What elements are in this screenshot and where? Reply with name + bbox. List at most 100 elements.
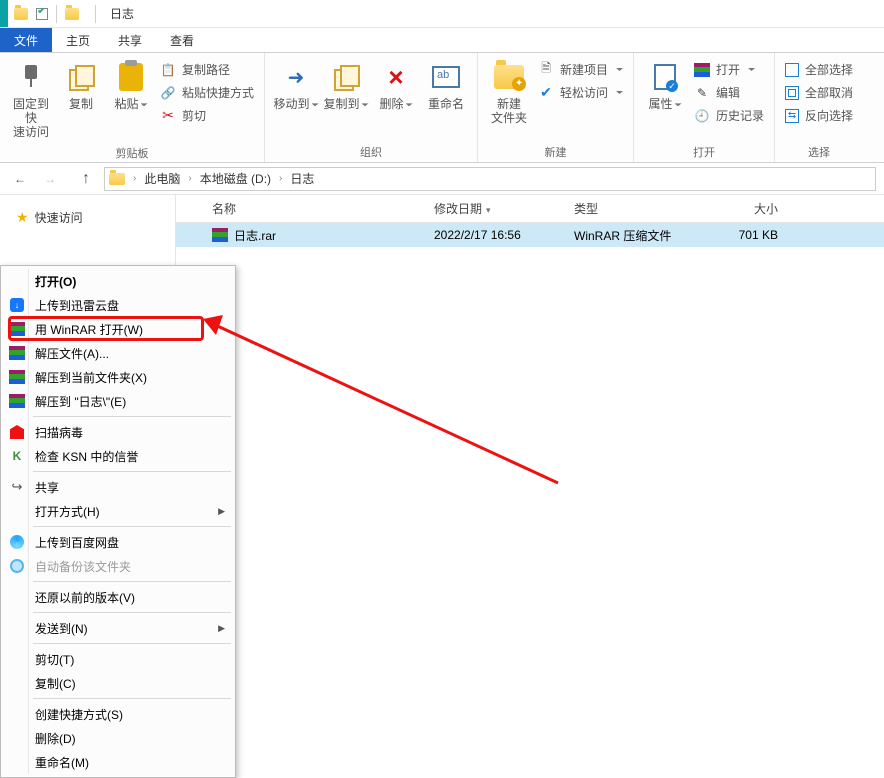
new-folder-button[interactable]: 新建文件夹	[484, 57, 534, 129]
ctx-winrar-open[interactable]: 用 WinRAR 打开(W)	[3, 317, 233, 341]
tab-share[interactable]: 共享	[104, 28, 156, 52]
history-label: 历史记录	[716, 107, 764, 124]
copy-path-button[interactable]: 📋复制路径	[156, 59, 258, 80]
col-name[interactable]: 名称	[176, 200, 426, 217]
delete-button[interactable]: × 删除	[371, 57, 421, 115]
ctx-xunlei-label: 上传到迅雷云盘	[35, 297, 119, 314]
select-all-button[interactable]: 全部选择	[781, 59, 857, 80]
paste-button[interactable]: 粘贴	[106, 57, 156, 115]
ctx-share[interactable]: ↪共享	[3, 475, 233, 499]
new-item-button[interactable]: 🗎新建项目	[534, 59, 627, 80]
paste-shortcut-button[interactable]: 🔗粘贴快捷方式	[156, 82, 258, 103]
ctx-extract-to[interactable]: 解压到 "日志\"(E)	[3, 389, 233, 413]
ribbon-group-organize: ➜ 移动到 复制到 × 删除 重命名 组织	[265, 53, 478, 162]
forward-button[interactable]: →	[38, 167, 62, 191]
ctx-baidu-upload-label: 上传到百度网盘	[35, 534, 119, 551]
copy-to-button[interactable]: 复制到	[321, 57, 371, 115]
new-folder-label-1: 新建	[497, 97, 521, 111]
tab-view[interactable]: 查看	[156, 28, 208, 52]
pin-label-1: 固定到快	[13, 97, 49, 125]
ctx-delete[interactable]: 删除(D)	[3, 726, 233, 750]
edit-button[interactable]: ✎编辑	[690, 82, 768, 103]
window-title: 日志	[110, 5, 134, 22]
tab-home[interactable]: 主页	[52, 28, 104, 52]
ctx-delete-label: 删除(D)	[35, 730, 76, 747]
back-button[interactable]: ←	[8, 167, 32, 191]
select-none-icon	[785, 86, 799, 100]
ctx-rename[interactable]: 重命名(M)	[3, 750, 233, 774]
pin-label-2: 速访问	[13, 125, 49, 139]
invert-selection-button[interactable]: 反向选择	[781, 105, 857, 126]
edit-label: 编辑	[716, 84, 740, 101]
ctx-cut[interactable]: 剪切(T)	[3, 647, 233, 671]
ctx-copy[interactable]: 复制(C)	[3, 671, 233, 695]
rename-button[interactable]: 重命名	[421, 57, 471, 115]
col-size[interactable]: 大小	[698, 200, 798, 217]
group-label-new: 新建	[484, 142, 627, 162]
file-list-pane: 名称 修改日期▾ 类型 大小 日志.rar 2022/2/17 16:56 Wi…	[176, 195, 884, 753]
properties-button[interactable]: 属性	[640, 57, 690, 115]
chevron-right-icon[interactable]: ›	[131, 173, 138, 184]
sidebar-item-quickaccess[interactable]: ★ 快速访问	[8, 205, 167, 230]
ctx-scan-virus[interactable]: 扫描病毒	[3, 420, 233, 444]
ctx-baidu-upload[interactable]: 上传到百度网盘	[3, 530, 233, 554]
rename-icon	[432, 66, 460, 88]
baidu-pan-icon	[7, 532, 27, 552]
select-none-button[interactable]: 全部取消	[781, 82, 857, 103]
easy-access-button[interactable]: ✔轻松访问	[534, 82, 627, 103]
col-date-label: 修改日期	[434, 202, 482, 216]
qat-check-icon[interactable]	[36, 8, 48, 20]
separator	[33, 526, 231, 527]
col-date[interactable]: 修改日期▾	[426, 200, 566, 217]
share-icon: ↪	[7, 477, 27, 497]
ctx-extract-files[interactable]: 解压文件(A)...	[3, 341, 233, 365]
star-icon: ★	[16, 209, 29, 226]
open-label: 打开	[716, 61, 740, 78]
move-to-button[interactable]: ➜ 移动到	[271, 57, 321, 115]
delete-icon: ×	[388, 62, 403, 93]
crumb-drive[interactable]: 本地磁盘 (D:)	[196, 168, 275, 189]
new-folder-label-2: 文件夹	[491, 111, 527, 125]
ctx-restore-previous[interactable]: 还原以前的版本(V)	[3, 585, 233, 609]
ctx-open-with-label: 打开方式(H)	[35, 503, 100, 520]
tab-file[interactable]: 文件	[0, 28, 52, 52]
file-size: 701 KB	[698, 228, 798, 242]
ctx-winrar-open-label: 用 WinRAR 打开(W)	[35, 321, 143, 338]
ctx-xunlei-upload[interactable]: ↓上传到迅雷云盘	[3, 293, 233, 317]
ctx-extract-files-label: 解压文件(A)...	[35, 345, 109, 362]
col-type[interactable]: 类型	[566, 200, 698, 217]
copy-icon	[69, 65, 93, 89]
open-button[interactable]: 打开	[690, 59, 768, 80]
ribbon: 固定到快速访问 复制 粘贴 📋复制路径 🔗粘贴快捷方式 ✂剪切 剪贴板 ➜ 移动…	[0, 53, 884, 163]
separator	[56, 5, 57, 23]
new-folder-icon	[494, 65, 524, 89]
file-row[interactable]: 日志.rar 2022/2/17 16:56 WinRAR 压缩文件 701 K…	[176, 223, 884, 247]
copy-to-label: 复制到	[324, 97, 360, 111]
new-item-icon: 🗎	[538, 62, 554, 78]
ctx-ksn[interactable]: K检查 KSN 中的信誉	[3, 444, 233, 468]
ctx-extract-here[interactable]: 解压到当前文件夹(X)	[3, 365, 233, 389]
winrar-icon	[7, 391, 27, 411]
copy-label: 复制	[69, 97, 93, 111]
ctx-open-with[interactable]: 打开方式(H)	[3, 499, 233, 523]
sidebar-quickaccess-label: 快速访问	[35, 209, 83, 226]
cut-button[interactable]: ✂剪切	[156, 105, 258, 126]
invert-selection-icon	[785, 109, 799, 123]
pin-to-quick-access-button[interactable]: 固定到快速访问	[6, 57, 56, 143]
qat-folder-icon[interactable]	[14, 7, 28, 21]
copy-button[interactable]: 复制	[56, 57, 106, 115]
qat-folder2-icon[interactable]	[65, 7, 79, 21]
file-type: WinRAR 压缩文件	[566, 227, 698, 244]
chevron-right-icon[interactable]: ›	[186, 173, 193, 184]
address-bar[interactable]: › 此电脑 › 本地磁盘 (D:) › 日志	[104, 167, 876, 191]
history-button[interactable]: 🕘历史记录	[690, 105, 768, 126]
crumb-this-pc[interactable]: 此电脑	[140, 168, 184, 189]
crumb-folder[interactable]: 日志	[286, 168, 318, 189]
ctx-extract-to-label: 解压到 "日志\"(E)	[35, 393, 126, 410]
chevron-right-icon[interactable]: ›	[277, 173, 284, 184]
separator	[95, 5, 96, 23]
up-button[interactable]: ↑	[74, 167, 98, 191]
ctx-open[interactable]: 打开(O)	[3, 269, 233, 293]
ctx-send-to[interactable]: 发送到(N)	[3, 616, 233, 640]
ctx-create-shortcut[interactable]: 创建快捷方式(S)	[3, 702, 233, 726]
